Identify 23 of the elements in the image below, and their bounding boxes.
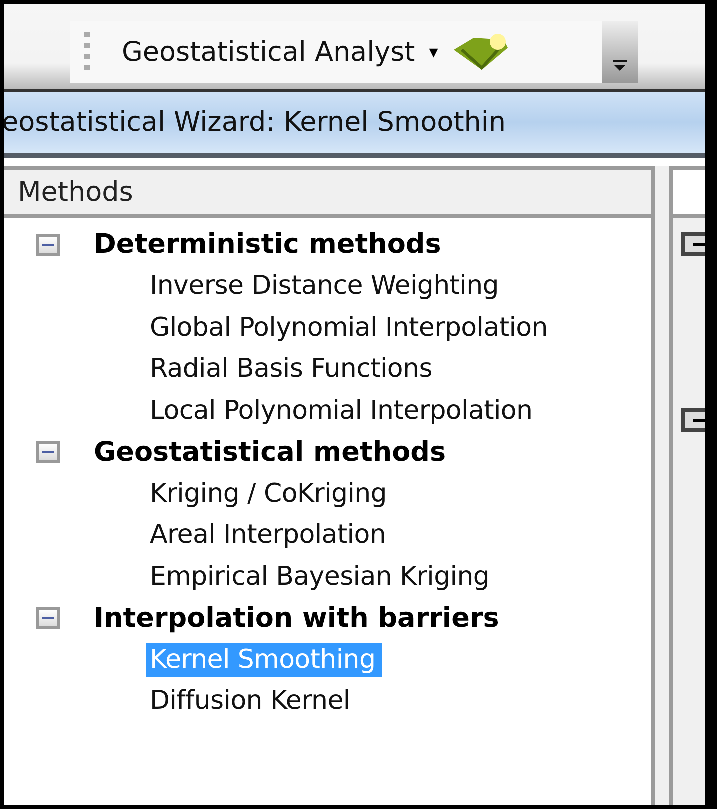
toolbar-title: Geostatistical Analyst [122, 36, 416, 68]
tree-group[interactable]: Interpolation with barriers [94, 602, 500, 634]
grip-icon[interactable] [84, 32, 90, 72]
tree-item[interactable]: Local Polynomial Interpolation [146, 394, 539, 428]
tree-item[interactable]: Kriging / CoKriging [146, 476, 393, 511]
tree-item[interactable]: Global Polynomial Interpolation [146, 310, 554, 345]
tree-item[interactable]: Areal Interpolation [146, 518, 392, 552]
collapse-icon[interactable] [36, 441, 60, 464]
chevron-down-icon [612, 59, 628, 73]
collapse-icon[interactable] [681, 232, 705, 256]
collapse-icon[interactable] [36, 234, 60, 256]
methods-header: Methods [4, 166, 652, 218]
collapse-icon[interactable] [36, 607, 60, 630]
dropdown-arrow[interactable]: ▾ [429, 42, 438, 62]
tree-item[interactable]: Diffusion Kernel [146, 684, 356, 718]
tree-group[interactable]: Geostatistical methods [94, 436, 446, 468]
gem-icon[interactable] [452, 32, 510, 72]
tree-item[interactable]: Radial Basis Functions [146, 352, 438, 386]
toolbar-options-button[interactable] [602, 21, 638, 83]
tree-group[interactable]: Deterministic methods [94, 229, 442, 260]
tree-item[interactable]: Inverse Distance Weighting [146, 269, 505, 304]
collapse-icon[interactable] [681, 408, 705, 432]
tree-item[interactable]: Empirical Bayesian Kriging [146, 560, 496, 594]
